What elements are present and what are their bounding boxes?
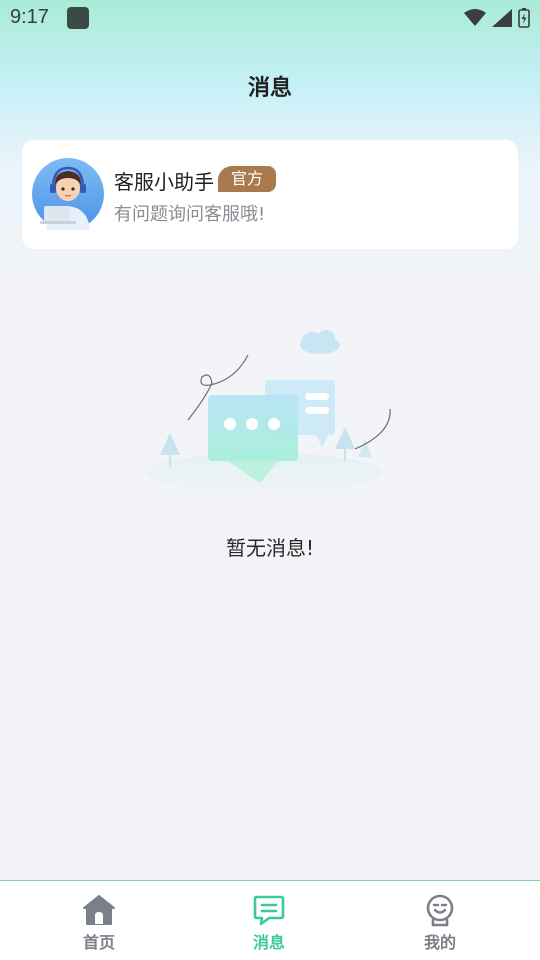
empty-message-illustration [147, 330, 391, 493]
home-icon [83, 895, 115, 925]
status-icons [464, 6, 530, 30]
official-badge: 官方 [218, 166, 276, 192]
nav-item-profile[interactable]: 我的 [380, 881, 500, 960]
empty-state-text: 暂无消息! [225, 536, 315, 560]
service-description: 有问题询问客服哦! [114, 204, 266, 225]
bottom-nav: 首页 消息 我的 [0, 880, 540, 960]
status-bar: 9:17 [0, 0, 540, 38]
battery-icon [518, 8, 530, 28]
service-name: 客服小助手 [114, 170, 214, 194]
cell-signal-icon [492, 9, 512, 27]
service-avatar [32, 158, 104, 230]
profile-icon [426, 894, 454, 927]
message-icon [253, 895, 285, 926]
customer-service-card[interactable]: 客服小助手 官方 有问题询问客服哦! [22, 140, 518, 249]
app-notification-icon [67, 7, 89, 29]
nav-item-home[interactable]: 首页 [39, 881, 159, 960]
page-title: 消息 [247, 76, 292, 101]
status-time: 9:17 [10, 6, 49, 28]
nav-label-messages: 消息 [252, 933, 285, 952]
wifi-icon [464, 9, 486, 26]
nav-item-messages[interactable]: 消息 [209, 881, 329, 960]
nav-label-home: 首页 [82, 933, 115, 952]
nav-label-profile: 我的 [423, 933, 456, 952]
